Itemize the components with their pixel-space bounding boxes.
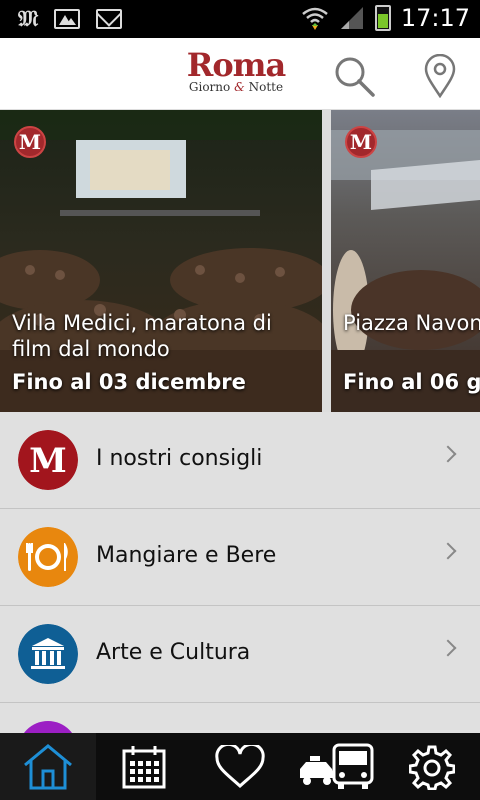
- card-title: Piazza Navona, mercatino di: [343, 311, 480, 335]
- svg-text:M: M: [29, 441, 67, 481]
- logo-subtitle: Giorno & Notte: [186, 80, 286, 94]
- menu-item-consigli[interactable]: M I nostri consigli: [0, 412, 480, 509]
- notification-icons: 𝔐: [18, 6, 123, 32]
- logo-sub-giorno: Giorno: [188, 80, 231, 94]
- location-pin-icon[interactable]: [418, 54, 462, 98]
- system-icons: 17:17: [301, 4, 470, 32]
- menu-item-mangiare[interactable]: Mangiare e Bere: [0, 509, 480, 606]
- messaggero-badge-icon: M: [345, 126, 377, 158]
- bottom-nav: [0, 733, 480, 800]
- chevron-right-icon: [439, 542, 457, 560]
- featured-card[interactable]: M Piazza Navona, mercatino di Fino al 06…: [331, 110, 480, 412]
- featured-carousel[interactable]: M Villa Medici, maratona di film dal mon…: [0, 110, 480, 412]
- nav-favorites[interactable]: [192, 733, 288, 800]
- museum-icon: [18, 624, 78, 684]
- featured-card-image: [0, 110, 322, 412]
- gear-icon: [409, 745, 455, 790]
- clock: 17:17: [400, 4, 470, 32]
- card-date: Fino al 03 dicembre: [12, 370, 246, 394]
- plate-cutlery-icon: [18, 527, 78, 587]
- menu-item-label: Arte e Cultura: [96, 640, 251, 665]
- menu-item-label: I nostri consigli: [96, 446, 263, 471]
- logo-sub-notte: Notte: [248, 80, 284, 94]
- menu-item-label: Mangiare e Bere: [96, 543, 277, 568]
- category-list: M I nostri consigli Mangiare e Bere Arte…: [0, 412, 480, 703]
- nav-home[interactable]: [0, 733, 96, 800]
- messaggero-icon: M: [18, 430, 78, 490]
- nav-settings[interactable]: [384, 733, 480, 800]
- image-icon: [54, 9, 81, 29]
- chevron-right-icon: [439, 445, 457, 463]
- search-icon[interactable]: [332, 54, 376, 98]
- nav-transport[interactable]: [288, 733, 384, 800]
- signal-icon: [340, 7, 363, 29]
- menu-item-arte[interactable]: Arte e Cultura: [0, 606, 480, 703]
- mail-icon: [96, 9, 123, 29]
- home-icon: [24, 743, 72, 789]
- category-icon: [18, 721, 78, 733]
- menu-item-partial[interactable]: [0, 703, 480, 733]
- app-bar: Roma Giorno & Notte: [0, 38, 480, 110]
- featured-card[interactable]: M Villa Medici, maratona di film dal mon…: [0, 110, 322, 412]
- heart-icon: [215, 744, 265, 788]
- calendar-icon: [122, 745, 166, 788]
- logo[interactable]: Roma Giorno & Notte: [186, 46, 287, 94]
- wifi-icon: [302, 7, 328, 30]
- logo-sub-amp: &: [234, 80, 245, 94]
- transport-icon: [300, 743, 374, 789]
- card-title: Villa Medici, maratona di film dal mondo: [12, 311, 272, 361]
- messaggero-badge-icon: M: [14, 126, 46, 158]
- battery-icon: [374, 5, 391, 31]
- status-bar: 𝔐 17:17: [0, 0, 480, 38]
- nav-calendar[interactable]: [96, 733, 192, 800]
- logo-title: Roma: [186, 46, 287, 84]
- card-date: Fino al 06 gennaio: [343, 370, 480, 394]
- messaggero-notification-icon: 𝔐: [18, 6, 39, 32]
- chevron-right-icon: [439, 639, 457, 657]
